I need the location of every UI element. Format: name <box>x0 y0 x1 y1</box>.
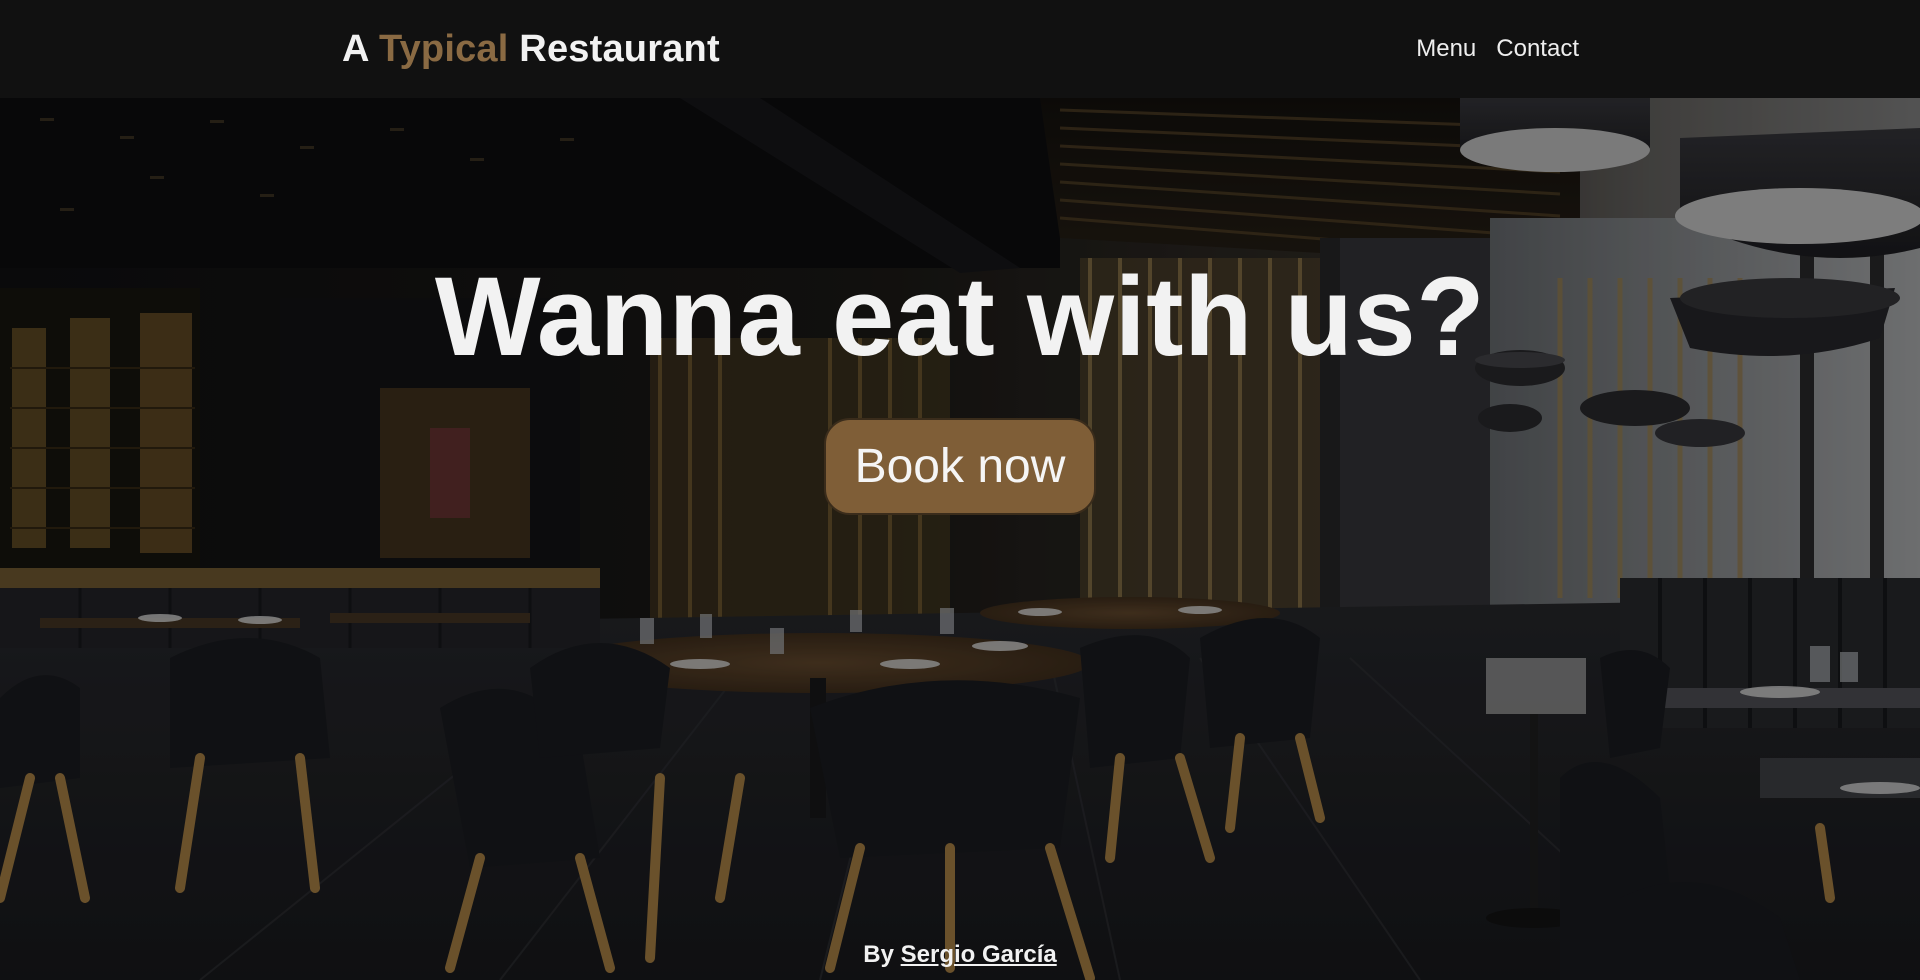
brand-prefix: A <box>342 28 369 70</box>
brand-logo[interactable]: A Typical Restaurant <box>342 28 720 71</box>
hero-dark-overlay <box>0 98 1920 980</box>
brand-suffix: Restaurant <box>519 28 720 70</box>
author-credit: By Sergio García <box>0 941 1920 969</box>
book-now-button[interactable]: Book now <box>824 418 1096 515</box>
nav-link-contact[interactable]: Contact <box>1496 35 1579 63</box>
hero-section: Wanna eat with us? Book now By Sergio Ga… <box>0 98 1920 980</box>
nav-link-menu[interactable]: Menu <box>1416 35 1476 63</box>
credit-prefix: By <box>863 941 894 968</box>
author-link[interactable]: Sergio García <box>901 941 1057 968</box>
main-nav: Menu Contact <box>1416 35 1579 63</box>
brand-accent: Typical <box>379 28 509 70</box>
top-navigation-bar: A Typical Restaurant Menu Contact <box>0 0 1920 98</box>
hero-headline: Wanna eat with us? <box>434 254 1486 379</box>
